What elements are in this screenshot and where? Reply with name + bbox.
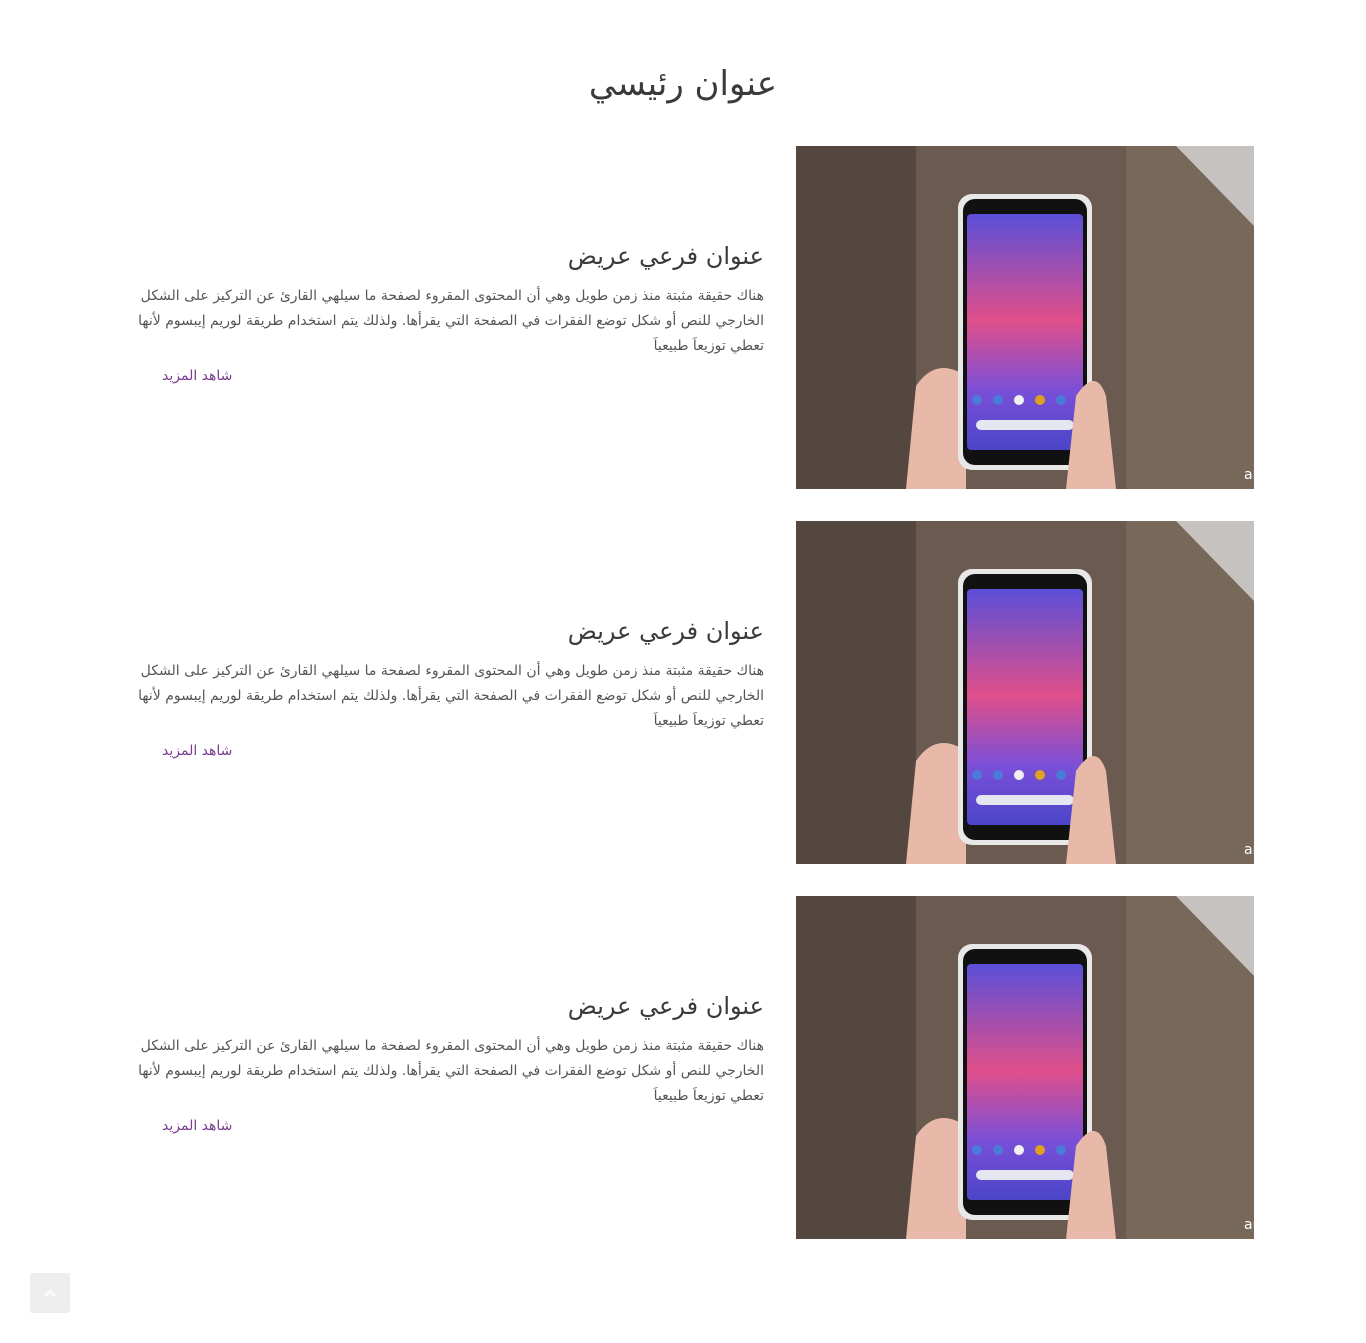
content-item: androidcentral عنوان فرعي عريض هناك حقيق… (112, 146, 1254, 489)
phone-photo-icon: androidcentral (796, 146, 1254, 489)
phone-photo-icon: androidcentral (796, 896, 1254, 1239)
item-subtitle: عنوان فرعي عريض (567, 992, 764, 1020)
see-more-link[interactable]: شاهد المزيد (162, 366, 232, 386)
item-body: هناك حقيقة مثبتة منذ زمن طويل وهي أن الم… (138, 288, 764, 354)
content-item: androidcentral عنوان فرعي عريض هناك حقيق… (112, 896, 1254, 1239)
page-title: عنوان رئيسي (588, 64, 778, 104)
item-body: هناك حقيقة مثبتة منذ زمن طويل وهي أن الم… (138, 663, 764, 729)
see-more-link[interactable]: شاهد المزيد (162, 741, 232, 761)
see-more-link[interactable]: شاهد المزيد (162, 1116, 232, 1136)
item-text-block: عنوان فرعي عريض هناك حقيقة مثبتة منذ زمن… (112, 896, 764, 1239)
item-text-block: عنوان فرعي عريض هناك حقيقة مثبتة منذ زمن… (112, 146, 764, 489)
item-image: androidcentral (796, 896, 1254, 1239)
item-body: هناك حقيقة مثبتة منذ زمن طويل وهي أن الم… (138, 1038, 764, 1104)
svg-text:androidcentral: androidcentral (1244, 842, 1254, 858)
item-image: androidcentral (796, 521, 1254, 864)
phone-photo-icon: androidcentral (796, 521, 1254, 864)
item-text-block: عنوان فرعي عريض هناك حقيقة مثبتة منذ زمن… (112, 521, 764, 864)
item-image: androidcentral (796, 146, 1254, 489)
scroll-to-top-button[interactable] (30, 1273, 70, 1313)
chevron-up-icon (44, 1289, 56, 1297)
svg-text:androidcentral: androidcentral (1244, 467, 1254, 483)
content-item: androidcentral عنوان فرعي عريض هناك حقيق… (112, 521, 1254, 864)
item-subtitle: عنوان فرعي عريض (567, 242, 764, 270)
item-subtitle: عنوان فرعي عريض (567, 617, 764, 645)
svg-text:androidcentral: androidcentral (1244, 1217, 1254, 1233)
